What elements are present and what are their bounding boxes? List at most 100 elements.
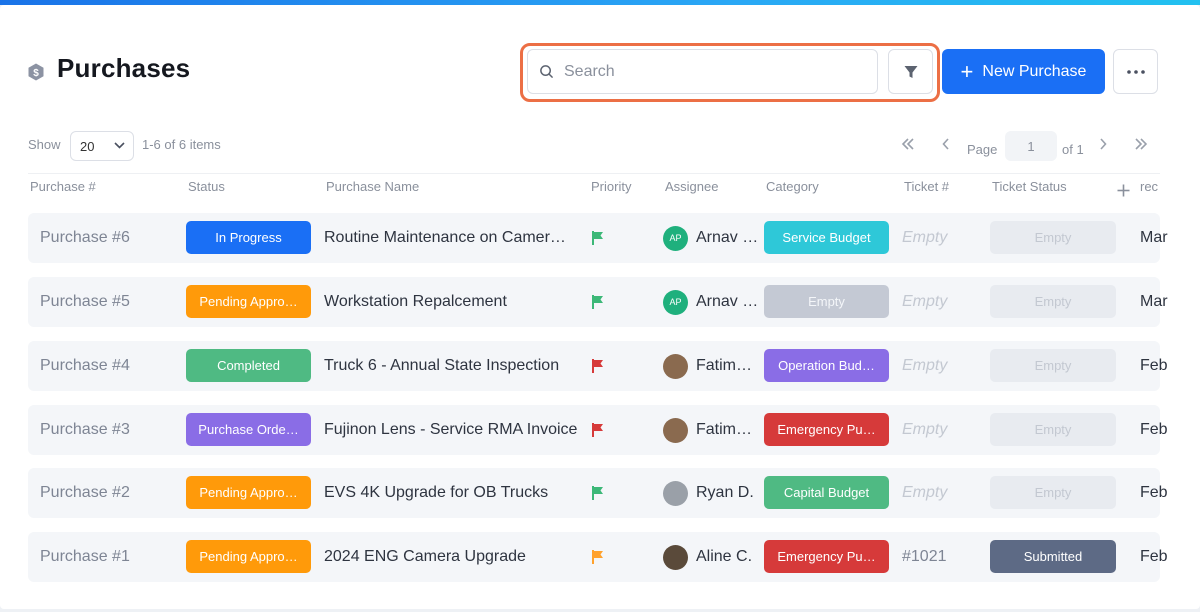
priority-cell[interactable] xyxy=(591,468,605,518)
filter-icon xyxy=(904,65,917,78)
extra-column-value: Mar xyxy=(1140,229,1168,246)
column-category[interactable]: Category xyxy=(766,179,819,194)
extra-column-value: Feb xyxy=(1140,548,1168,565)
page-size-value: 20 xyxy=(80,138,95,154)
add-column-icon[interactable] xyxy=(1117,184,1130,197)
ticket-number[interactable]: #1021 xyxy=(902,532,947,582)
status-badge[interactable]: Pending Appro… xyxy=(186,476,311,509)
column-purchase-number[interactable]: Purchase # xyxy=(30,179,96,194)
purchase-number[interactable]: Purchase #1 xyxy=(40,532,130,582)
assignee-name: Arnav … xyxy=(696,293,759,310)
new-purchase-button[interactable]: + New Purchase xyxy=(942,49,1105,94)
ticket-number[interactable]: Empty xyxy=(902,468,947,518)
search-input[interactable] xyxy=(564,62,864,81)
search-field[interactable] xyxy=(527,49,878,94)
ticket-number[interactable]: Empty xyxy=(902,341,947,391)
page-label: Page xyxy=(967,142,998,157)
plus-icon: + xyxy=(960,58,974,84)
assignee-cell[interactable]: Fatim… xyxy=(663,405,752,455)
ticket-status-badge[interactable]: Empty xyxy=(990,349,1116,382)
ticket-status-badge[interactable]: Submitted xyxy=(990,540,1116,573)
status-badge[interactable]: Pending Appro… xyxy=(186,540,311,573)
purchase-name[interactable]: Truck 6 - Annual State Inspection xyxy=(324,341,579,391)
page-total: of 1 xyxy=(1062,142,1084,157)
items-count: 1-6 of 6 items xyxy=(142,137,221,152)
priority-cell[interactable] xyxy=(591,405,605,455)
category-badge[interactable]: Service Budget xyxy=(764,221,889,254)
assignee-cell[interactable]: AP Arnav … xyxy=(663,277,758,327)
purchase-name[interactable]: Workstation Repalcement xyxy=(324,277,579,327)
priority-cell[interactable] xyxy=(591,213,605,263)
search-icon xyxy=(540,65,553,78)
assignee-cell[interactable]: Ryan D. xyxy=(663,468,754,518)
column-assignee[interactable]: Assignee xyxy=(665,179,718,194)
table-row[interactable]: Purchase #2 Pending Appro… EVS 4K Upgrade … xyxy=(28,468,1168,518)
purchase-number[interactable]: Purchase #2 xyxy=(40,468,130,518)
last-page-icon[interactable] xyxy=(1134,138,1148,150)
table-row[interactable]: Purchase #3 Purchase Orde… Fujinon Lens - … xyxy=(28,405,1168,455)
status-badge[interactable]: Completed xyxy=(186,349,311,382)
purchase-number[interactable]: Purchase #4 xyxy=(40,341,130,391)
purchase-name[interactable]: Routine Maintenance on Camer… xyxy=(324,213,579,263)
column-priority[interactable]: Priority xyxy=(591,179,631,194)
extra-column-value: Feb xyxy=(1140,421,1168,438)
priority-cell[interactable] xyxy=(591,341,605,391)
extra-column-value: Feb xyxy=(1140,357,1168,374)
chevron-down-icon xyxy=(114,142,125,149)
ticket-status-badge[interactable]: Empty xyxy=(990,285,1116,318)
ticket-number[interactable]: Empty xyxy=(902,405,947,455)
table-row[interactable]: Purchase #4 Completed Truck 6 - Annual Sta… xyxy=(28,341,1168,391)
next-page-icon[interactable] xyxy=(1099,138,1107,150)
ticket-number[interactable]: Empty xyxy=(902,213,947,263)
page-size-select[interactable]: 20 xyxy=(70,131,134,161)
column-ticket-status[interactable]: Ticket Status xyxy=(992,179,1067,194)
priority-cell[interactable] xyxy=(591,277,605,327)
priority-flag-icon xyxy=(592,550,603,564)
priority-cell[interactable] xyxy=(591,532,605,582)
avatar xyxy=(663,417,688,443)
purchase-number[interactable]: Purchase #3 xyxy=(40,405,130,455)
table-top-divider xyxy=(28,173,1160,174)
category-badge[interactable]: Operation Bud… xyxy=(764,349,889,382)
assignee-name: Aline C. xyxy=(696,548,753,565)
table-row[interactable]: Purchase #5 Pending Appro… Workstation Rep… xyxy=(28,277,1168,327)
purchase-name[interactable]: Fujinon Lens - Service RMA Invoice xyxy=(324,405,579,455)
page-title: Purchases xyxy=(57,53,191,83)
table-row[interactable]: Purchase #6 In Progress Routine Maintenanc… xyxy=(28,213,1168,263)
ticket-status-badge[interactable]: Empty xyxy=(990,221,1116,254)
purchase-name[interactable]: EVS 4K Upgrade for OB Trucks xyxy=(324,468,579,518)
priority-flag-icon xyxy=(592,359,603,373)
status-badge[interactable]: Pending Appro… xyxy=(186,285,311,318)
ticket-status-badge[interactable]: Empty xyxy=(990,476,1116,509)
new-purchase-label: New Purchase xyxy=(982,62,1087,80)
purchase-number[interactable]: Purchase #6 xyxy=(40,213,130,263)
column-status[interactable]: Status xyxy=(188,179,225,194)
status-badge[interactable]: Purchase Orde… xyxy=(186,413,311,446)
assignee-cell[interactable]: AP Arnav … xyxy=(663,213,758,263)
ticket-number[interactable]: Empty xyxy=(902,277,947,327)
category-badge[interactable]: Capital Budget xyxy=(764,476,889,509)
priority-flag-icon xyxy=(592,231,603,245)
assignee-name: Ryan D. xyxy=(696,484,754,501)
filter-button[interactable] xyxy=(888,49,933,94)
category-badge[interactable]: Empty xyxy=(764,285,889,318)
more-options-button[interactable] xyxy=(1113,49,1158,94)
category-badge[interactable]: Emergency Pu… xyxy=(764,540,889,573)
avatar xyxy=(663,480,688,506)
purchase-number[interactable]: Purchase #5 xyxy=(40,277,130,327)
prev-page-icon[interactable] xyxy=(942,138,950,150)
page-number-input[interactable]: 1 xyxy=(1005,131,1057,161)
category-badge[interactable]: Emergency Pu… xyxy=(764,413,889,446)
column-ticket-number[interactable]: Ticket # xyxy=(904,179,949,194)
first-page-icon[interactable] xyxy=(901,138,915,150)
assignee-cell[interactable]: Aline C. xyxy=(663,532,752,582)
column-purchase-name[interactable]: Purchase Name xyxy=(326,179,419,194)
priority-flag-icon xyxy=(592,295,603,309)
purchase-name[interactable]: 2024 ENG Camera Upgrade xyxy=(324,532,579,582)
table-row[interactable]: Purchase #1 Pending Appro… 2024 ENG Camera… xyxy=(28,532,1168,582)
assignee-cell[interactable]: Fatim… xyxy=(663,341,752,391)
extra-column-value: Feb xyxy=(1140,484,1168,501)
ticket-status-badge[interactable]: Empty xyxy=(990,413,1116,446)
column-extra[interactable]: rec xyxy=(1140,179,1158,194)
status-badge[interactable]: In Progress xyxy=(186,221,311,254)
